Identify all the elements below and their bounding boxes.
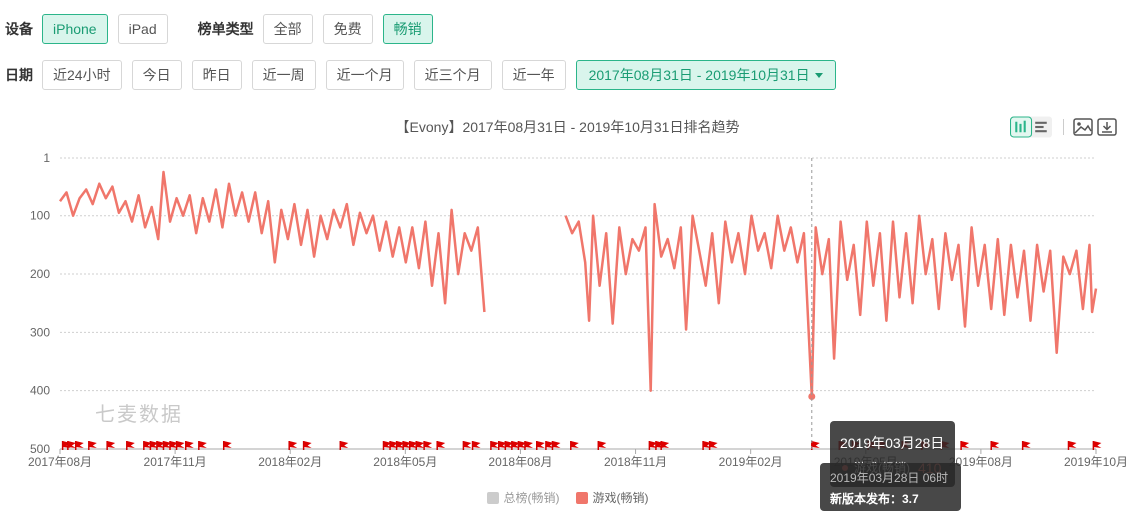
flag-cloth — [598, 441, 607, 448]
flag-cloth — [437, 441, 446, 448]
chart-legend: 总榜(畅销) 游戏(畅销) — [0, 489, 1135, 506]
x-tick-label: 2018年05月 — [373, 455, 437, 469]
x-tick-label: 2018年08月 — [488, 455, 552, 469]
flag-cloth — [463, 441, 472, 448]
flag-cloth — [811, 441, 820, 448]
flag-cloth — [1068, 441, 1077, 448]
flag-cloth — [340, 441, 349, 448]
y-tick-label: 100 — [30, 209, 50, 223]
y-tick-label: 500 — [30, 442, 50, 456]
flag-cloth — [1093, 441, 1102, 448]
legend-swatch-games — [575, 491, 588, 504]
legend-item-overall[interactable]: 总榜(畅销) — [486, 489, 560, 506]
series-line-games-grossing — [564, 202, 1098, 398]
flag-cloth — [991, 441, 1000, 448]
flag-cloth — [67, 441, 76, 448]
x-tick-label: 2017年11月 — [144, 455, 207, 469]
flag-cloth — [223, 441, 232, 448]
flag-cloth — [303, 441, 312, 448]
y-axis: 1 100 200 300 400 500 — [30, 151, 50, 456]
flag-cloth — [126, 441, 135, 448]
flag-cloth — [472, 441, 481, 448]
y-tick-label: 400 — [30, 384, 50, 398]
x-tick-label: 2019年02月 — [719, 455, 783, 469]
x-tick-label: 2017年08月 — [28, 455, 92, 469]
flag-cloth — [107, 441, 116, 448]
series-layer[interactable] — [58, 170, 1098, 401]
flag-cloth — [416, 441, 425, 448]
x-axis: 2017年08月 2017年11月 2018年02月 2018年05月 2018年08月… — [28, 449, 1128, 469]
x-tick-label: 2018年11月 — [604, 455, 667, 469]
watermark: 七麦数据 — [95, 404, 183, 426]
flag-cloth — [552, 441, 561, 448]
flag-cloth — [289, 441, 298, 448]
legend-label-overall: 总榜(畅销) — [503, 491, 560, 505]
flag-cloth — [709, 441, 718, 448]
y-tick-label: 200 — [30, 267, 50, 281]
tooltip-date: 2019年03月28日 — [840, 435, 945, 451]
flag-cloth — [185, 441, 194, 448]
series-line-games-grossing — [58, 170, 486, 313]
flag-cloth — [570, 441, 579, 448]
flag-cloth — [536, 441, 545, 448]
y-tick-label: 1 — [43, 151, 50, 165]
flag-cloth — [176, 441, 185, 448]
flag-cloth — [1022, 441, 1031, 448]
x-tick-label: 2019年10月 — [1064, 455, 1128, 469]
tooltip-release-time: 2019年03月28日 06时 — [830, 471, 949, 485]
flag-cloth — [961, 441, 970, 448]
flag-cloth — [198, 441, 207, 448]
flag-cloth — [490, 441, 499, 448]
x-tick-label: 2018年02月 — [258, 455, 322, 469]
flag-cloth — [524, 441, 533, 448]
flag-cloth — [424, 441, 433, 448]
flag-cloth — [661, 441, 670, 448]
flag-cloth — [75, 441, 84, 448]
legend-swatch-overall — [486, 491, 499, 504]
rank-trend-chart: 1 100 200 300 400 500 2017年08月 2017年11月 2018年02… — [28, 151, 1128, 469]
y-tick-label: 300 — [30, 325, 50, 339]
legend-label-games: 游戏(畅销) — [592, 491, 649, 505]
legend-item-games[interactable]: 游戏(畅销) — [575, 489, 649, 506]
chart-grid — [60, 157, 1096, 450]
flag-cloth — [88, 441, 97, 448]
